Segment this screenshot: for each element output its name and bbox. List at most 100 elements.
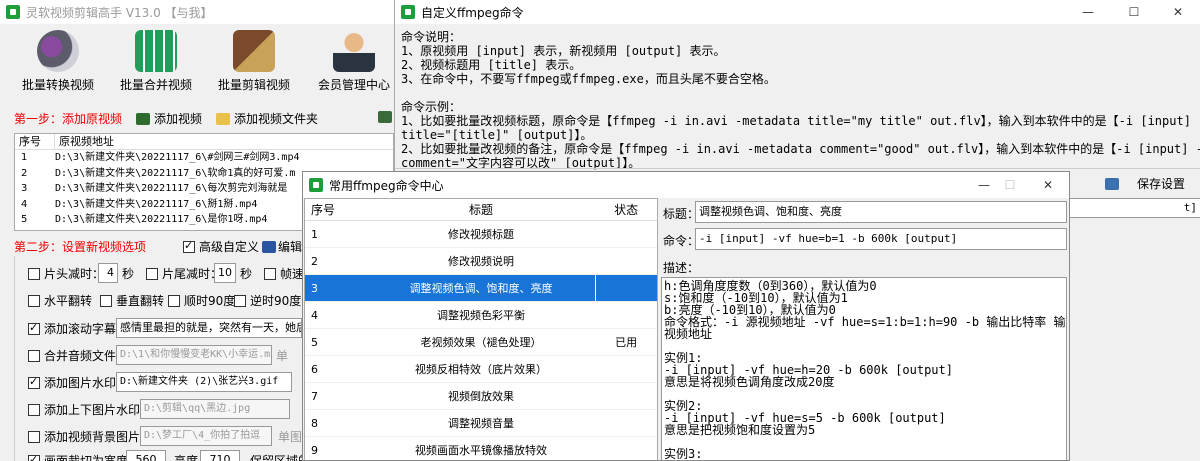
tail-cut-option[interactable]: 片尾减时： <box>146 265 222 282</box>
save-settings-button[interactable]: 保存设置 <box>1105 175 1185 192</box>
head-cut-option[interactable]: 片头减时： <box>28 265 104 282</box>
description-textarea[interactable]: h:色调角度度数（0到360），默认值为0 s:饱和度（-10到10），默认值为… <box>661 277 1067 460</box>
item-title: 视频反相特效（底片效果） <box>415 363 547 376</box>
batch-merge-label: 批量合并视频 <box>119 78 192 92</box>
merge-audio-checkbox[interactable] <box>28 349 40 362</box>
merge-audio-input[interactable]: D:\1\和你慢慢变老KK\小幸运.mp <box>116 345 272 365</box>
cmd-window-title: 自定义ffmpeg命令 <box>421 5 524 20</box>
row-index: 2 <box>21 167 28 179</box>
topbottom-watermark-option[interactable]: 添加上下图片水印： <box>28 401 152 418</box>
advanced-custom-checkbox[interactable]: 高级自定义 <box>183 238 259 255</box>
vflip-checkbox[interactable] <box>100 294 112 307</box>
film-scissors-icon <box>233 30 275 72</box>
vflip-option[interactable]: 垂直翻转 <box>100 292 164 309</box>
add-video-button[interactable]: 添加视频 <box>136 110 202 127</box>
add-folder-label: 添加视频文件夹 <box>234 112 319 126</box>
ccw90-checkbox[interactable] <box>234 294 246 307</box>
item-status <box>595 221 657 247</box>
frame-cut-checkbox[interactable] <box>264 267 276 280</box>
list-item[interactable]: 7 视频倒放效果 <box>305 383 657 410</box>
img-watermark-input[interactable]: D:\新建文件夹 (2)\张艺兴3.gif <box>116 372 292 392</box>
topbottom-input[interactable]: D:\剪辑\qq\黑边.jpg <box>140 399 290 419</box>
hflip-option[interactable]: 水平翻转 <box>28 292 92 309</box>
list-header: 序号 标题 状态 <box>305 199 657 221</box>
list-item[interactable]: 4 调整视频色彩平衡 <box>305 302 657 329</box>
batch-merge-button[interactable]: 批量合并视频 <box>110 24 202 106</box>
scroll-caption-option[interactable]: 添加滚动字幕： <box>28 320 128 337</box>
row-index: 5 <box>21 214 28 226</box>
head-cut-input[interactable]: 4 <box>98 263 118 283</box>
crop-height-input[interactable]: 710 <box>200 450 240 461</box>
col-path: 原视频地址 <box>59 135 114 148</box>
command-list: 序号 标题 状态 1 修改视频标题 2 修改视频说明 3 调整视频色调、饱和度、亮度 … <box>304 198 658 460</box>
step1-label: 第一步：添加原视频 <box>14 112 123 126</box>
list-item[interactable]: 1 修改视频标题 <box>305 221 657 248</box>
app-icon <box>401 5 415 19</box>
bg-image-option[interactable]: 添加视频背景图片： <box>28 428 152 445</box>
crop-width-input[interactable]: 560 <box>126 450 166 461</box>
ccw90-option[interactable]: 逆时90度 <box>234 292 301 309</box>
list-item-selected[interactable]: 3 调整视频色调、饱和度、亮度 <box>305 275 657 302</box>
save-icon <box>1105 177 1119 190</box>
batch-convert-button[interactable]: 批量转换视频 <box>12 24 104 106</box>
edit-button[interactable]: 编辑 <box>262 238 302 255</box>
batch-edit-button[interactable]: 批量剪辑视频 <box>208 24 300 106</box>
cw90-option[interactable]: 顺时90度 <box>168 292 235 309</box>
minimize-icon[interactable]: — <box>1065 0 1111 24</box>
bg-single-img-label: 单图 <box>278 430 303 444</box>
step2-label: 第二步：设置新视频选项 <box>14 240 147 254</box>
scroll-caption-input[interactable]: 感情里最担的就是，突然有一天，她后悔 <box>116 318 302 338</box>
command-field-input[interactable]: -i [input] -vf hue=b=1 -b 600k [output] <box>695 228 1067 250</box>
bg-image-input[interactable]: D:\梦工厂\4_你拍了拍逗 <box>140 426 272 446</box>
merge-audio-option[interactable]: 合并音频文件： <box>28 347 128 364</box>
table-row[interactable]: 1 D:\3\新建文件夹\20221117_6\#剑网三#剑网3.mp4 <box>15 150 393 166</box>
bg-image-checkbox[interactable] <box>28 430 40 443</box>
crop-option[interactable]: 画面裁切为宽度： <box>28 452 140 461</box>
tail-cut-input[interactable]: 10 <box>214 263 236 283</box>
frame-cut-option[interactable]: 帧速 <box>264 265 304 282</box>
advanced-custom-label: 高级自定义 <box>199 240 260 254</box>
topbottom-checkbox[interactable] <box>28 403 40 416</box>
close-icon[interactable]: ✕ <box>1155 0 1200 24</box>
batch-edit-label: 批量剪辑视频 <box>217 78 290 92</box>
item-title: 修改视频标题 <box>448 228 514 241</box>
row-index: 4 <box>21 198 28 210</box>
command-instructions: 命令说明： 1、原视频用 [input] 表示，新视频用 [output] 表示… <box>401 30 1200 170</box>
maximize-icon[interactable]: ☐ <box>1111 0 1157 24</box>
item-title: 调整视频色调、饱和度、亮度 <box>409 282 553 295</box>
item-index: 4 <box>311 309 318 322</box>
hflip-label: 水平翻转 <box>44 294 93 308</box>
crop-checkbox[interactable] <box>28 453 40 461</box>
checkbox-checked[interactable] <box>183 239 195 253</box>
member-center-label: 会员管理中心 <box>317 78 390 92</box>
add-folder-button[interactable]: 添加视频文件夹 <box>216 110 318 127</box>
frame-cut-label: 帧速 <box>280 267 305 281</box>
hflip-checkbox[interactable] <box>28 294 40 307</box>
save-settings-label: 保存设置 <box>1137 177 1186 191</box>
list-item[interactable]: 6 视频反相特效（底片效果） <box>305 356 657 383</box>
item-title: 视频画面水平镜像播放特效 <box>415 444 547 457</box>
command-input-text: t] <box>1183 201 1197 214</box>
merge-single-label: 单 <box>276 349 289 363</box>
img-watermark-option[interactable]: 添加图片水印： <box>28 374 128 391</box>
tail-cut-checkbox[interactable] <box>146 267 158 280</box>
app-icon <box>309 178 323 192</box>
head-cut-checkbox[interactable] <box>28 267 40 280</box>
topbottom-label: 添加上下图片水印： <box>44 403 153 417</box>
img-watermark-checkbox[interactable] <box>28 375 40 389</box>
dlg-title: 常用ffmpeg命令中心 <box>329 178 444 193</box>
list-item[interactable]: 9 视频画面水平镜像播放特效 <box>305 437 657 460</box>
list-item[interactable]: 2 修改视频说明 <box>305 248 657 275</box>
cw90-checkbox[interactable] <box>168 294 180 307</box>
title-field-input[interactable]: 调整视频色调、饱和度、亮度 <box>695 201 1067 223</box>
member-center-button[interactable]: 会员管理中心 <box>308 24 395 106</box>
list-item[interactable]: 5 老视频效果（褪色处理） 已用 <box>305 329 657 356</box>
ffmpeg-command-center-dialog: 常用ffmpeg命令中心 — ☐ ✕ 序号 标题 状态 1 修改视频标题 2 修改视… <box>302 171 1070 461</box>
row-path: D:\3\新建文件夹\20221117_6\#剑网三#剑网3.mp4 <box>55 152 300 163</box>
clear-list-icon[interactable] <box>378 111 392 123</box>
scroll-caption-checkbox[interactable] <box>28 321 40 335</box>
dlg-titlebar: 常用ffmpeg命令中心 <box>303 172 1069 198</box>
list-item[interactable]: 8 调整视频音量 <box>305 410 657 437</box>
custom-command-input[interactable]: t] <box>1055 198 1200 218</box>
close-icon[interactable]: ✕ <box>1025 173 1069 197</box>
